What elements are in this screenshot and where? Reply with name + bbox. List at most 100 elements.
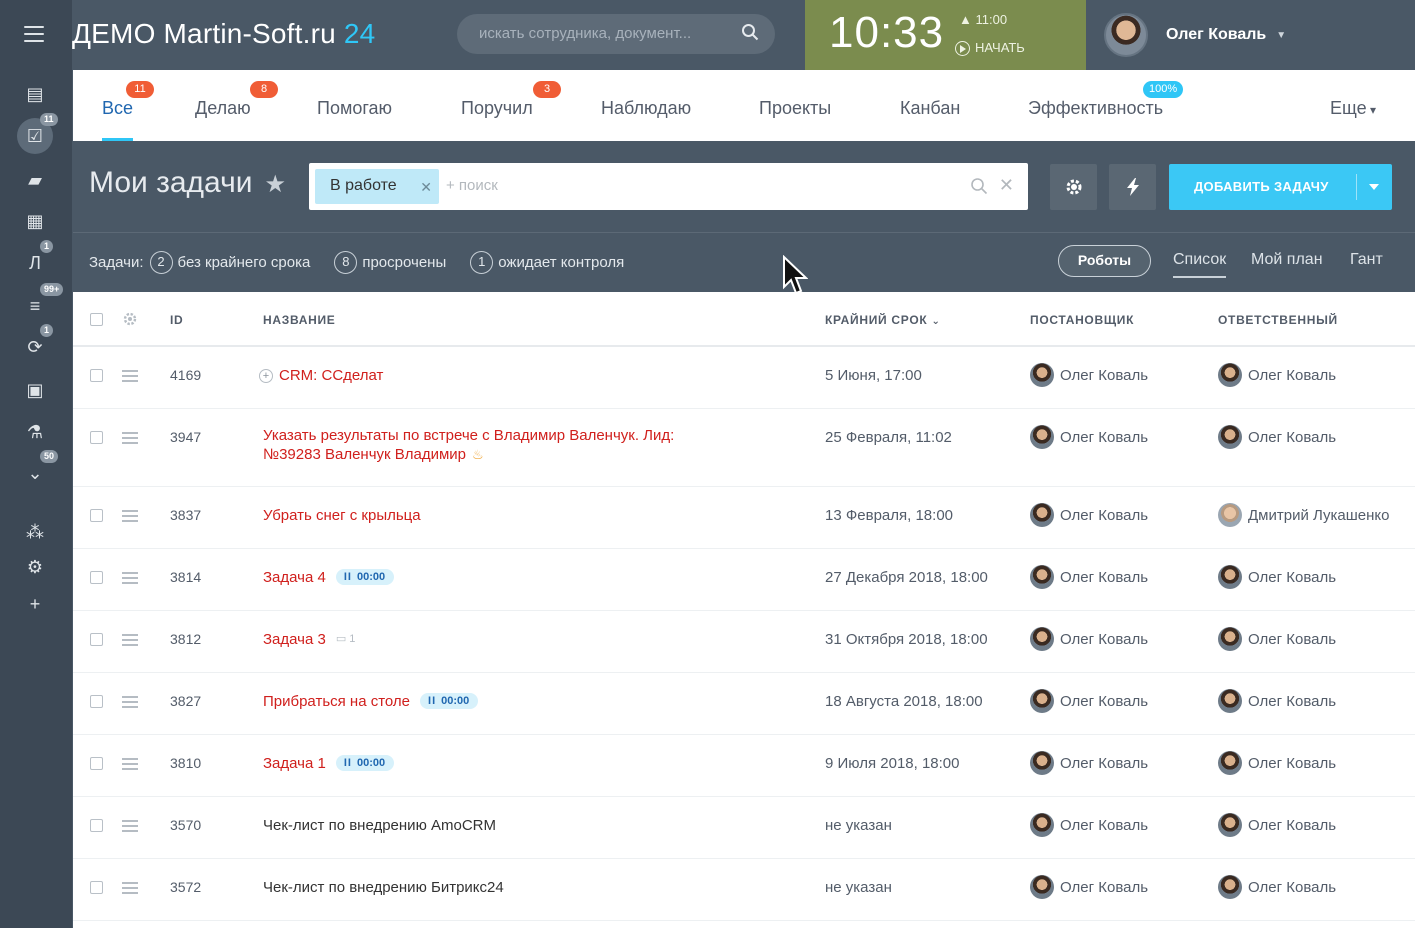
header-id[interactable]: ID — [170, 313, 183, 327]
row-checkbox[interactable] — [90, 571, 103, 584]
select-all-checkbox[interactable] — [90, 313, 103, 326]
task-responsible[interactable]: Олег Коваль — [1218, 363, 1336, 387]
row-menu-icon[interactable] — [122, 882, 138, 897]
header-creator[interactable]: ПОСТАНОВЩИК — [1030, 313, 1134, 327]
robots-button[interactable]: Роботы — [1058, 245, 1151, 277]
sidebar-item-tasks[interactable]: ☑ 11 — [17, 113, 58, 154]
task-title[interactable]: Задача 3 ▭ 1 — [263, 631, 355, 648]
task-creator[interactable]: Олег Коваль — [1030, 689, 1148, 713]
table-row[interactable]: 3810 Задача 1 II 00:00 9 Июля 2018, 18:00 Оле… — [73, 735, 1415, 797]
user-menu[interactable]: Олег Коваль ▼ — [1104, 12, 1286, 58]
portal-logo[interactable]: ДЕМО Martin-Soft.ru 24 — [72, 18, 375, 50]
add-task-button[interactable]: ДОБАВИТЬ ЗАДАЧУ — [1169, 164, 1392, 210]
tab-8[interactable]: Еще ▾ — [1330, 70, 1376, 141]
task-creator[interactable]: Олег Коваль — [1030, 627, 1148, 651]
tab-3[interactable]: Поручил — [461, 70, 533, 141]
star-icon[interactable]: ★ — [264, 171, 286, 198]
counter-link[interactable]: 2 без крайнего срока — [149, 251, 310, 274]
table-row[interactable]: 4169 + CRM: ССделат 5 Июня, 17:00 Олег Ковал… — [73, 347, 1415, 409]
task-title[interactable]: + CRM: ССделат — [259, 367, 383, 384]
task-creator[interactable]: Олег Коваль — [1030, 751, 1148, 775]
table-row[interactable]: 3570 Чек-лист по внедрению AmoCRM не указа… — [73, 797, 1415, 859]
sidebar-item-flask[interactable]: ⚗ — [18, 418, 52, 446]
table-row[interactable]: 3814 Задача 4 II 00:00 27 Декабря 2018, 18:0… — [73, 549, 1415, 611]
tab-7[interactable]: Эффективность — [1028, 70, 1163, 141]
row-checkbox[interactable] — [90, 369, 103, 382]
counter-link[interactable]: 1 ожидает контроля — [470, 251, 624, 274]
header-name[interactable]: НАЗВАНИЕ — [263, 313, 335, 327]
search-icon[interactable] — [970, 177, 988, 195]
start-day-button[interactable]: НАЧАТЬ — [955, 40, 1025, 57]
table-row[interactable]: 3572 Чек-лист по внедрению Битрикс24 не ук… — [73, 859, 1415, 921]
tab-5[interactable]: Проекты — [759, 70, 831, 141]
row-checkbox[interactable] — [90, 819, 103, 832]
task-responsible[interactable]: Дмитрий Лукашенко — [1218, 503, 1389, 527]
view-gantt[interactable]: Гант — [1350, 251, 1383, 269]
header-deadline[interactable]: КРАЙНИЙ СРОК ⌄ — [825, 313, 941, 327]
task-title[interactable]: Убрать снег с крыльца — [263, 507, 421, 524]
menu-icon[interactable] — [24, 26, 44, 42]
tab-0[interactable]: Все — [102, 70, 134, 141]
task-title[interactable]: Прибраться на столе II 00:00 — [263, 693, 479, 710]
sidebar-item-feed[interactable]: ▤ — [18, 80, 52, 108]
header-responsible[interactable]: ОТВЕТСТВЕННЫЙ — [1218, 313, 1338, 327]
task-responsible[interactable]: Олег Коваль — [1218, 689, 1336, 713]
timer-badge[interactable]: II 00:00 — [335, 755, 395, 771]
row-menu-icon[interactable] — [122, 432, 138, 447]
task-creator[interactable]: Олег Коваль — [1030, 425, 1148, 449]
table-row[interactable]: 3827 Прибраться на столе II 00:00 18 Августа… — [73, 673, 1415, 735]
search-icon[interactable] — [741, 23, 759, 41]
table-row[interactable]: 3837 Убрать снег с крыльца 13 Февраля, 18:… — [73, 487, 1415, 549]
row-checkbox[interactable] — [90, 509, 103, 522]
task-responsible[interactable]: Олег Коваль — [1218, 751, 1336, 775]
task-title[interactable]: Чек-лист по внедрению AmoCRM — [263, 817, 496, 834]
row-checkbox[interactable] — [90, 431, 103, 444]
chevron-down-icon[interactable] — [1369, 184, 1379, 190]
task-title[interactable]: Задача 4 II 00:00 — [263, 569, 395, 586]
expand-icon[interactable]: + — [259, 369, 273, 383]
sidebar-item-more[interactable]: ⌄ 50 — [18, 450, 59, 487]
view-list[interactable]: Список — [1173, 251, 1227, 278]
task-title[interactable]: Задача 1 II 00:00 — [263, 755, 395, 772]
work-day-widget[interactable]: 10:33 ▲ 11:00 НАЧАТЬ — [805, 0, 1086, 70]
task-creator[interactable]: Олег Коваль — [1030, 813, 1148, 837]
row-menu-icon[interactable] — [122, 696, 138, 711]
row-checkbox[interactable] — [90, 633, 103, 646]
gear-icon[interactable] — [122, 311, 138, 327]
row-menu-icon[interactable] — [122, 634, 138, 649]
row-menu-icon[interactable] — [122, 820, 138, 835]
sidebar-item-leads[interactable]: Л1 — [18, 240, 54, 277]
sidebar-item-filter[interactable]: ≡ 99+ — [18, 283, 64, 320]
close-icon[interactable]: ✕ — [420, 179, 432, 196]
counter-link[interactable]: 8 просрочены — [334, 251, 446, 274]
task-responsible[interactable]: Олег Коваль — [1218, 425, 1336, 449]
task-creator[interactable]: Олег Коваль — [1030, 875, 1148, 899]
row-checkbox[interactable] — [90, 695, 103, 708]
sidebar-item-structure[interactable]: ⁂ — [18, 518, 52, 546]
timer-badge[interactable]: II 00:00 — [420, 693, 479, 709]
task-title[interactable]: Чек-лист по внедрению Битрикс24 — [263, 879, 504, 896]
task-creator[interactable]: Олег Коваль — [1030, 565, 1148, 589]
row-checkbox[interactable] — [90, 757, 103, 770]
sidebar-item-contacts[interactable]: ▣ — [18, 376, 52, 404]
tab-2[interactable]: Помогаю — [317, 70, 392, 141]
view-my-plan[interactable]: Мой план — [1251, 251, 1323, 269]
tab-6[interactable]: Канбан — [900, 70, 960, 141]
sidebar-item-sync[interactable]: ⟳ 1 — [18, 324, 54, 361]
sidebar-item-calendar[interactable]: ▦ — [18, 207, 52, 235]
timer-badge[interactable]: II 00:00 — [335, 569, 395, 585]
filter-search-box[interactable]: В работе ✕ + поиск ✕ — [309, 163, 1028, 210]
task-creator[interactable]: Олег Коваль — [1030, 503, 1148, 527]
sidebar-item-chat[interactable]: ▰ — [18, 166, 52, 194]
table-row[interactable]: 3812 Задача 3 ▭ 1 31 Октября 2018, 18:00 Оле… — [73, 611, 1415, 673]
sidebar-item-add[interactable]: + — [18, 590, 52, 618]
row-checkbox[interactable] — [90, 881, 103, 894]
task-title[interactable]: Указать результаты по встрече с Владимир… — [263, 426, 674, 464]
table-row[interactable]: 3947 Указать результаты по встрече с Влад… — [73, 409, 1415, 487]
global-search-input[interactable]: искать сотрудника, документ... — [457, 14, 775, 54]
task-responsible[interactable]: Олег Коваль — [1218, 627, 1336, 651]
filter-chip[interactable]: В работе ✕ — [315, 169, 439, 204]
row-menu-icon[interactable] — [122, 510, 138, 525]
tab-4[interactable]: Наблюдаю — [601, 70, 691, 141]
clear-icon[interactable]: ✕ — [999, 175, 1014, 196]
